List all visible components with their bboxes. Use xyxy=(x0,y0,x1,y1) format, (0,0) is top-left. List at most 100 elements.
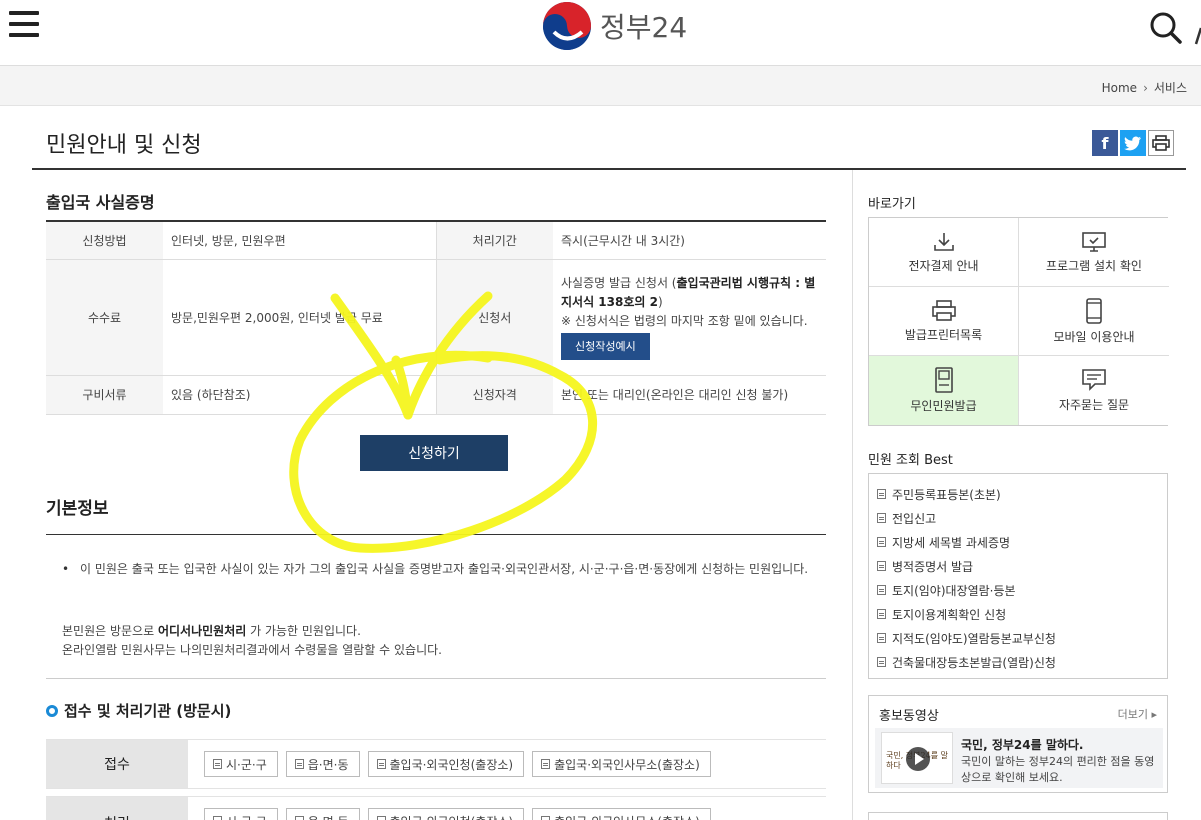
user-icon-partial[interactable] xyxy=(1194,26,1201,46)
org-chip[interactable]: 출입국·외국인청(출장소) xyxy=(367,808,525,820)
quick-link-kiosk[interactable]: 무인민원발급 xyxy=(869,356,1019,425)
building-icon xyxy=(213,816,222,820)
building-icon xyxy=(541,759,551,769)
org-chip[interactable]: 읍·면·동 xyxy=(285,751,360,777)
hamburger-menu-icon[interactable] xyxy=(9,11,39,39)
chip-label: 출입국·외국인청(출장소) xyxy=(390,813,514,820)
kiosk-icon xyxy=(934,367,953,393)
list-item-label: 토지(임야)대장열람·등본 xyxy=(892,583,1016,598)
list-item[interactable]: 지적도(임야도)열람등본교부신청 xyxy=(877,626,1167,650)
play-icon[interactable] xyxy=(906,747,930,771)
list-item-label: 주민등록표등본(초본) xyxy=(892,487,1001,502)
quick-link-printer-list[interactable]: 발급프린터목록 xyxy=(869,287,1019,356)
processing-chips: 시·군·구 읍·면·동 출입국·외국인청(출장소) 출입국·외국인사무소(출장소… xyxy=(204,808,711,820)
list-item[interactable]: 병적증명서 발급 xyxy=(877,554,1167,578)
form-sample-button[interactable]: 신청작성예시 xyxy=(561,333,650,360)
quick-links-grid: 전자결제 안내 프로그램 설치 확인 발급프린터목록 모바일 이용안내 무인민원… xyxy=(868,217,1169,426)
building-icon xyxy=(376,816,386,820)
sidebar-divider xyxy=(852,170,853,820)
download-icon xyxy=(933,232,954,251)
site-logo[interactable]: 정부24 xyxy=(542,1,687,51)
org-chip[interactable]: 출입국·외국인사무소(출장소) xyxy=(532,751,711,777)
method-label: 신청방법 xyxy=(46,221,163,260)
list-item-label: 지적도(임야도)열람등본교부신청 xyxy=(892,631,1056,646)
document-icon xyxy=(877,657,886,667)
chip-label: 읍·면·동 xyxy=(308,813,349,820)
basic-info-title: 기본정보 xyxy=(46,499,109,519)
quick-link-program-check[interactable]: 프로그램 설치 확인 xyxy=(1019,218,1169,287)
breadcrumb-current[interactable]: 서비스 xyxy=(1154,79,1187,96)
document-icon xyxy=(877,489,886,499)
reception-row: 접수 시·군·구 읍·면·동 출입국·외국인청(출장소) 출입국·외국인사무소(… xyxy=(46,739,826,789)
list-item-label: 건축물대장등초본발급(열람)신청 xyxy=(892,655,1056,670)
quick-link-label: 모바일 이용안내 xyxy=(1053,329,1135,344)
org-chip[interactable]: 시·군·구 xyxy=(204,808,278,820)
method-value: 인터넷, 방문, 민원우편 xyxy=(163,221,436,260)
video-card[interactable]: 국민, 정부24를 말하다 국민, 정부24를 말하다. 국민이 말하는 정부2… xyxy=(875,728,1163,788)
document-icon xyxy=(877,561,886,571)
list-item-label: 병적증명서 발급 xyxy=(892,559,974,574)
quick-link-label: 자주묻는 질문 xyxy=(1058,398,1130,412)
quick-link-epayment[interactable]: 전자결제 안내 xyxy=(869,218,1019,287)
table-row: 수수료 방문,민원우편 2,000원, 인터넷 발급 무료 신청서 사실증명 발… xyxy=(46,259,826,376)
org-chip[interactable]: 읍·면·동 xyxy=(285,808,360,820)
list-item-label: 전입신고 xyxy=(892,511,937,526)
period-value: 즉시(근무시간 내 3시간) xyxy=(553,221,826,260)
para1-bold: 어디서나민원처리 xyxy=(157,624,247,638)
taegeuk-logo-icon xyxy=(543,2,591,50)
circle-bullet-icon xyxy=(46,704,58,717)
basic-info-bullet: 이 민원은 출국 또는 입국한 사실이 있는 자가 그의 출입국 사실을 증명받… xyxy=(62,558,814,580)
title-divider xyxy=(32,168,1186,170)
twitter-icon[interactable] xyxy=(1120,130,1146,156)
reception-chips: 시·군·구 읍·면·동 출입국·외국인청(출장소) 출입국·외국인사무소(출장소… xyxy=(204,751,711,777)
form-label: 신청서 xyxy=(435,259,553,376)
logo-text: 정부24 xyxy=(600,11,688,44)
search-icon[interactable] xyxy=(1148,10,1184,46)
sidebar-next-box xyxy=(868,812,1168,820)
speech-bubble-icon xyxy=(1082,369,1106,391)
list-item[interactable]: 지방세 세목별 과세증명 xyxy=(877,530,1167,554)
facebook-icon[interactable]: f xyxy=(1092,130,1118,156)
list-item-label: 지방세 세목별 과세증명 xyxy=(892,535,1011,550)
video-description: 국민이 말하는 정부24의 편리한 점을 동영상으로 확인해 보세요. xyxy=(961,755,1155,784)
document-icon xyxy=(877,537,886,547)
chip-label: 시·군·구 xyxy=(226,813,267,820)
form-value: 사실증명 발급 신청서 (출입국관리법 시행규칙 : 별지서식 138호의 2)… xyxy=(553,259,826,376)
quick-link-label: 무인민원발급 xyxy=(910,399,977,413)
org-chip[interactable]: 출입국·외국인사무소(출장소) xyxy=(532,808,711,820)
quick-links-title: 바로가기 xyxy=(868,197,916,212)
list-item[interactable]: 토지(임야)대장열람·등본 xyxy=(877,578,1167,602)
chip-label: 출입국·외국인사무소(출장소) xyxy=(554,813,700,820)
list-item[interactable]: 건축물대장등초본발급(열람)신청 xyxy=(877,650,1167,674)
list-item[interactable]: 전입신고 xyxy=(877,506,1167,530)
quick-link-mobile-guide[interactable]: 모바일 이용안내 xyxy=(1019,287,1169,356)
table-row: 구비서류 있음 (하단참조) 신청자격 본인 또는 대리인(온라인은 대리인 신… xyxy=(46,375,826,415)
breadcrumb-bar: Home › 서비스 xyxy=(0,66,1201,106)
service-title: 출입국 사실증명 xyxy=(46,193,155,212)
form-note: ※ 신청서식은 법령의 마지막 조항 밑에 있습니다. xyxy=(561,314,808,328)
reception-label: 접수 xyxy=(46,740,188,788)
fee-label: 수수료 xyxy=(46,259,163,376)
docs-value: 있음 (하단참조) xyxy=(163,375,436,415)
table-row: 신청방법 인터넷, 방문, 민원우편 처리기간 즉시(근무시간 내 3시간) xyxy=(46,221,826,260)
breadcrumb-home[interactable]: Home xyxy=(1102,81,1137,95)
form-value-close: ) xyxy=(657,295,663,309)
video-more-link[interactable]: 더보기 ▸ xyxy=(1118,706,1157,722)
document-icon xyxy=(877,633,886,643)
org-chip[interactable]: 시·군·구 xyxy=(204,751,278,777)
quick-link-faq[interactable]: 자주묻는 질문 xyxy=(1019,356,1169,425)
mobile-icon xyxy=(1086,297,1102,324)
apply-button[interactable]: 신청하기 xyxy=(360,435,508,471)
org-chip[interactable]: 출입국·외국인청(출장소) xyxy=(367,751,525,777)
service-info-table: 신청방법 인터넷, 방문, 민원우편 처리기간 즉시(근무시간 내 3시간) 수… xyxy=(46,220,826,415)
document-icon xyxy=(877,609,886,619)
building-icon xyxy=(213,759,222,769)
chip-label: 읍·면·동 xyxy=(307,757,349,772)
list-item[interactable]: 주민등록표등본(초본) xyxy=(877,482,1167,506)
para2-text: 온라인열람 민원사무는 나의민원처리결과에서 수령물을 열람할 수 있습니다. xyxy=(62,643,442,657)
video-thumbnail[interactable]: 국민, 정부24를 말하다 xyxy=(881,732,953,784)
qual-label: 신청자격 xyxy=(435,375,553,415)
list-item[interactable]: 토지이용계획확인 신청 xyxy=(877,602,1167,626)
docs-label: 구비서류 xyxy=(46,375,163,415)
print-icon[interactable] xyxy=(1148,130,1174,156)
